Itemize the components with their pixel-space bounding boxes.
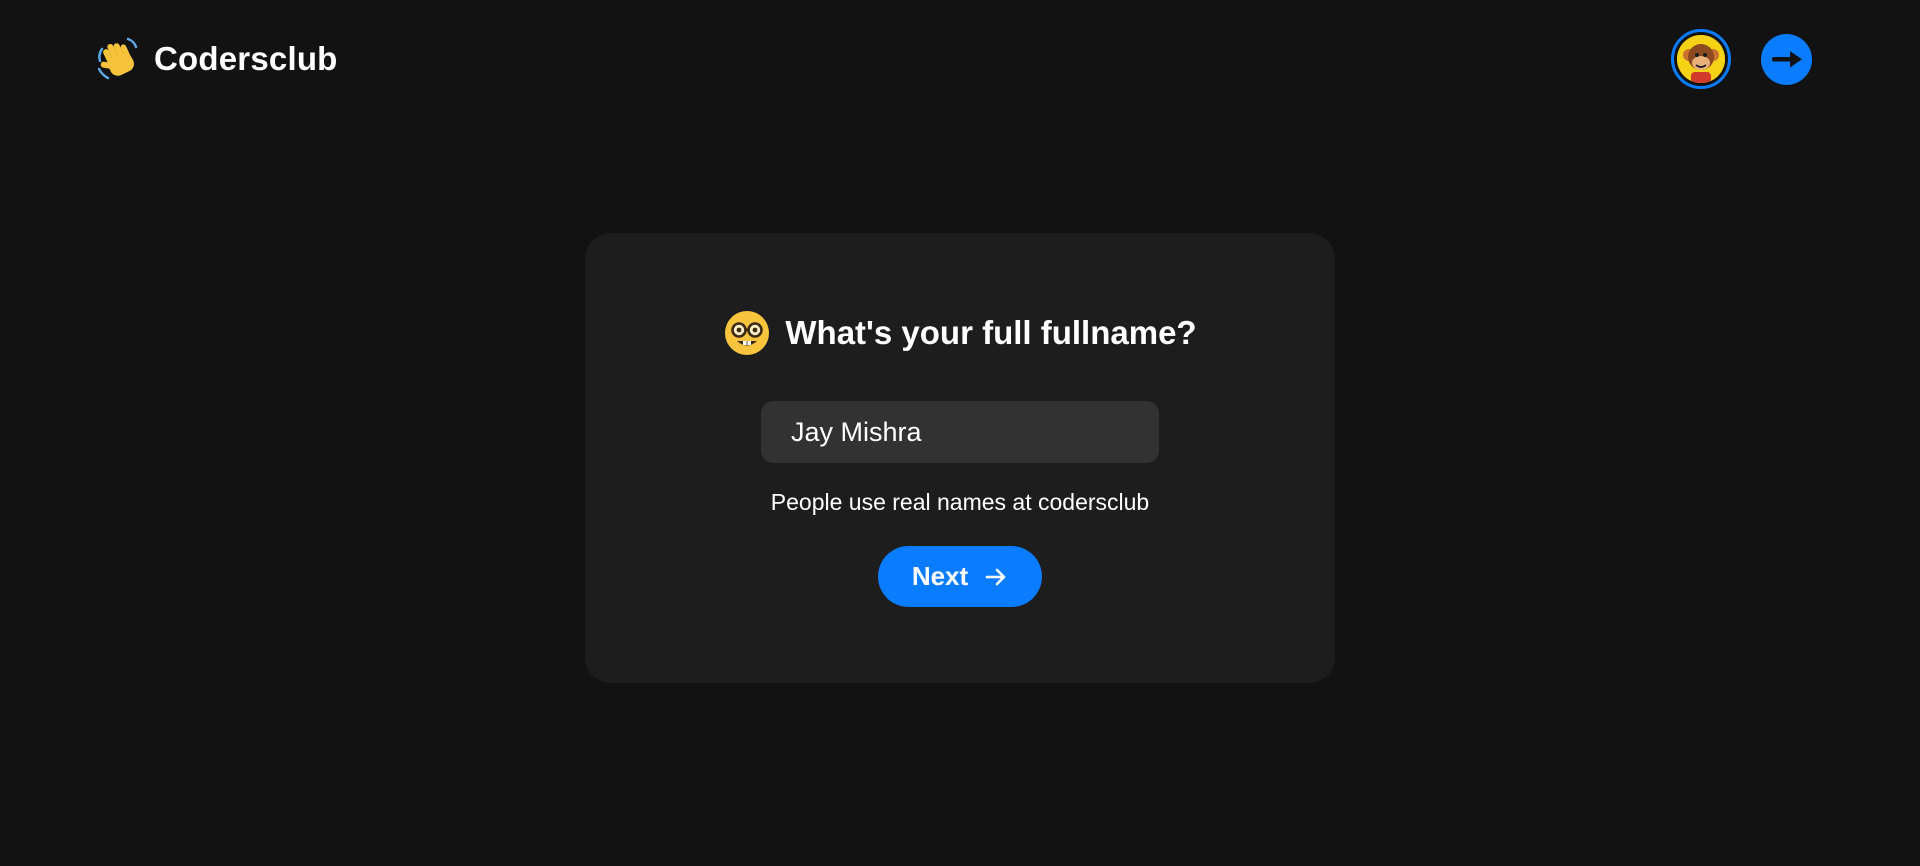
top-navbar: Codersclub <box>94 29 1812 89</box>
brand-name: Codersclub <box>154 40 338 77</box>
page-title: What's your full fullname? <box>785 314 1197 351</box>
arrow-right-icon <box>985 568 1006 585</box>
helper-text: People use real names at codersclub <box>770 489 1150 515</box>
fullname-card: What's your full fullname? People use re… <box>585 233 1335 683</box>
logout-button[interactable] <box>1761 33 1812 85</box>
page: Codersclub What's your full fullname? Ja… <box>0 0 1920 866</box>
fullname-input[interactable] <box>761 401 1159 463</box>
brand[interactable]: Codersclub <box>94 35 338 83</box>
next-button-label: Next <box>911 561 969 591</box>
monkey-avatar-icon <box>1677 35 1725 83</box>
nerd-face-emoji-icon <box>725 311 770 355</box>
arrow-right-icon <box>1771 51 1802 68</box>
card-heading: What's your full fullname? <box>585 309 1335 357</box>
avatar <box>1677 35 1725 83</box>
next-button[interactable]: Next <box>878 546 1042 607</box>
waving-hand-icon <box>97 37 138 80</box>
user-avatar-button[interactable] <box>1671 29 1731 89</box>
header-actions <box>1671 29 1812 89</box>
